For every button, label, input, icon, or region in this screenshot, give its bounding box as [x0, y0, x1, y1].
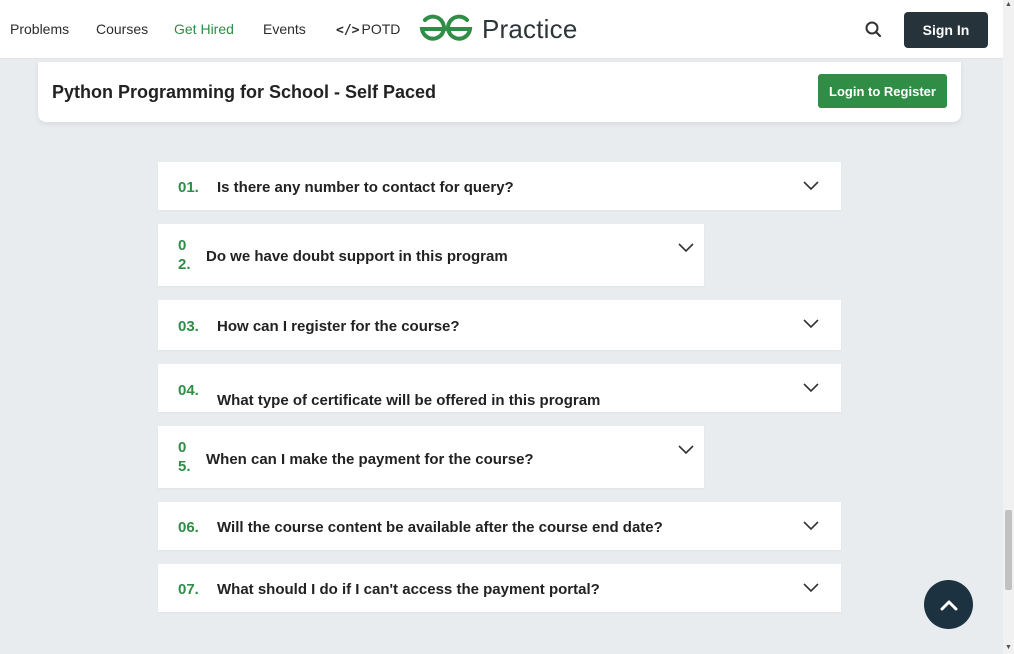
nav-link-events[interactable]: Events [263, 21, 306, 37]
faq-question: What should I do if I can't access the p… [217, 581, 600, 598]
faq-item[interactable]: 04. What type of certificate will be off… [158, 364, 841, 412]
sign-in-button[interactable]: Sign In [904, 12, 988, 48]
nav-link-potd[interactable]: </> POTD [336, 21, 400, 38]
faq-item[interactable]: 03. How can I register for the course? [158, 300, 841, 350]
scrollbar-thumb[interactable] [1005, 510, 1012, 590]
faq-number: 02. [178, 237, 191, 273]
faq-item[interactable]: 05. When can I make the payment for the … [158, 426, 704, 488]
faq-item[interactable]: 07. What should I do if I can't access t… [158, 564, 841, 612]
faq-question: Will the course content be available aft… [217, 519, 663, 536]
scroll-up-arrow-icon[interactable]: ▲ [1005, 1, 1012, 9]
faq-question: When can I make the payment for the cour… [206, 451, 534, 468]
gfg-logo-icon [419, 14, 473, 41]
scroll-down-arrow-icon[interactable]: ▼ [1005, 644, 1012, 652]
faq-number: 04. [178, 382, 199, 399]
faq-item[interactable]: 06. Will the course content be available… [158, 502, 841, 550]
course-title: Python Programming for School - Self Pac… [52, 82, 437, 102]
faq-question: Do we have doubt support in this program [206, 248, 508, 265]
chevron-down-icon [803, 181, 819, 191]
potd-label: POTD [361, 21, 401, 37]
chevron-down-icon [678, 243, 694, 253]
chevron-down-icon [803, 521, 819, 531]
scrollbar[interactable]: ▲ ▼ [1003, 0, 1014, 654]
chevron-down-icon [803, 383, 819, 393]
chevron-up-icon [940, 600, 957, 610]
faq-item[interactable]: 02. Do we have doubt support in this pro… [158, 224, 704, 286]
back-to-top-button[interactable] [924, 580, 973, 629]
faq-number: 07. [178, 581, 199, 598]
faq-item[interactable]: 01. Is there any number to contact for q… [158, 162, 841, 210]
chevron-down-icon [678, 445, 694, 455]
faq-question: What type of certificate will be offered… [217, 392, 601, 409]
faq-question: Is there any number to contact for query… [217, 179, 514, 196]
faq-question: How can I register for the course? [217, 318, 460, 335]
login-to-register-button[interactable]: Login to Register [818, 74, 947, 108]
faq-number: 01. [178, 179, 199, 196]
nav-link-problems[interactable]: Problems [10, 21, 69, 37]
nav-link-courses[interactable]: Courses [96, 21, 148, 37]
chevron-down-icon [803, 319, 819, 329]
nav-link-get-hired[interactable]: Get Hired [174, 21, 234, 37]
faq-number: 05. [178, 439, 191, 475]
search-icon[interactable] [863, 19, 885, 41]
chevron-down-icon [803, 583, 819, 593]
faq-number: 03. [178, 318, 199, 335]
logo-text: Practice [482, 13, 578, 44]
code-icon: </> [336, 23, 360, 38]
top-navigation: Problems Courses Get Hired Events </> POT… [0, 0, 1003, 59]
logo[interactable]: Practice [418, 12, 578, 46]
faq-number: 06. [178, 519, 199, 536]
course-header: Python Programming for School - Self Pac… [38, 62, 961, 122]
